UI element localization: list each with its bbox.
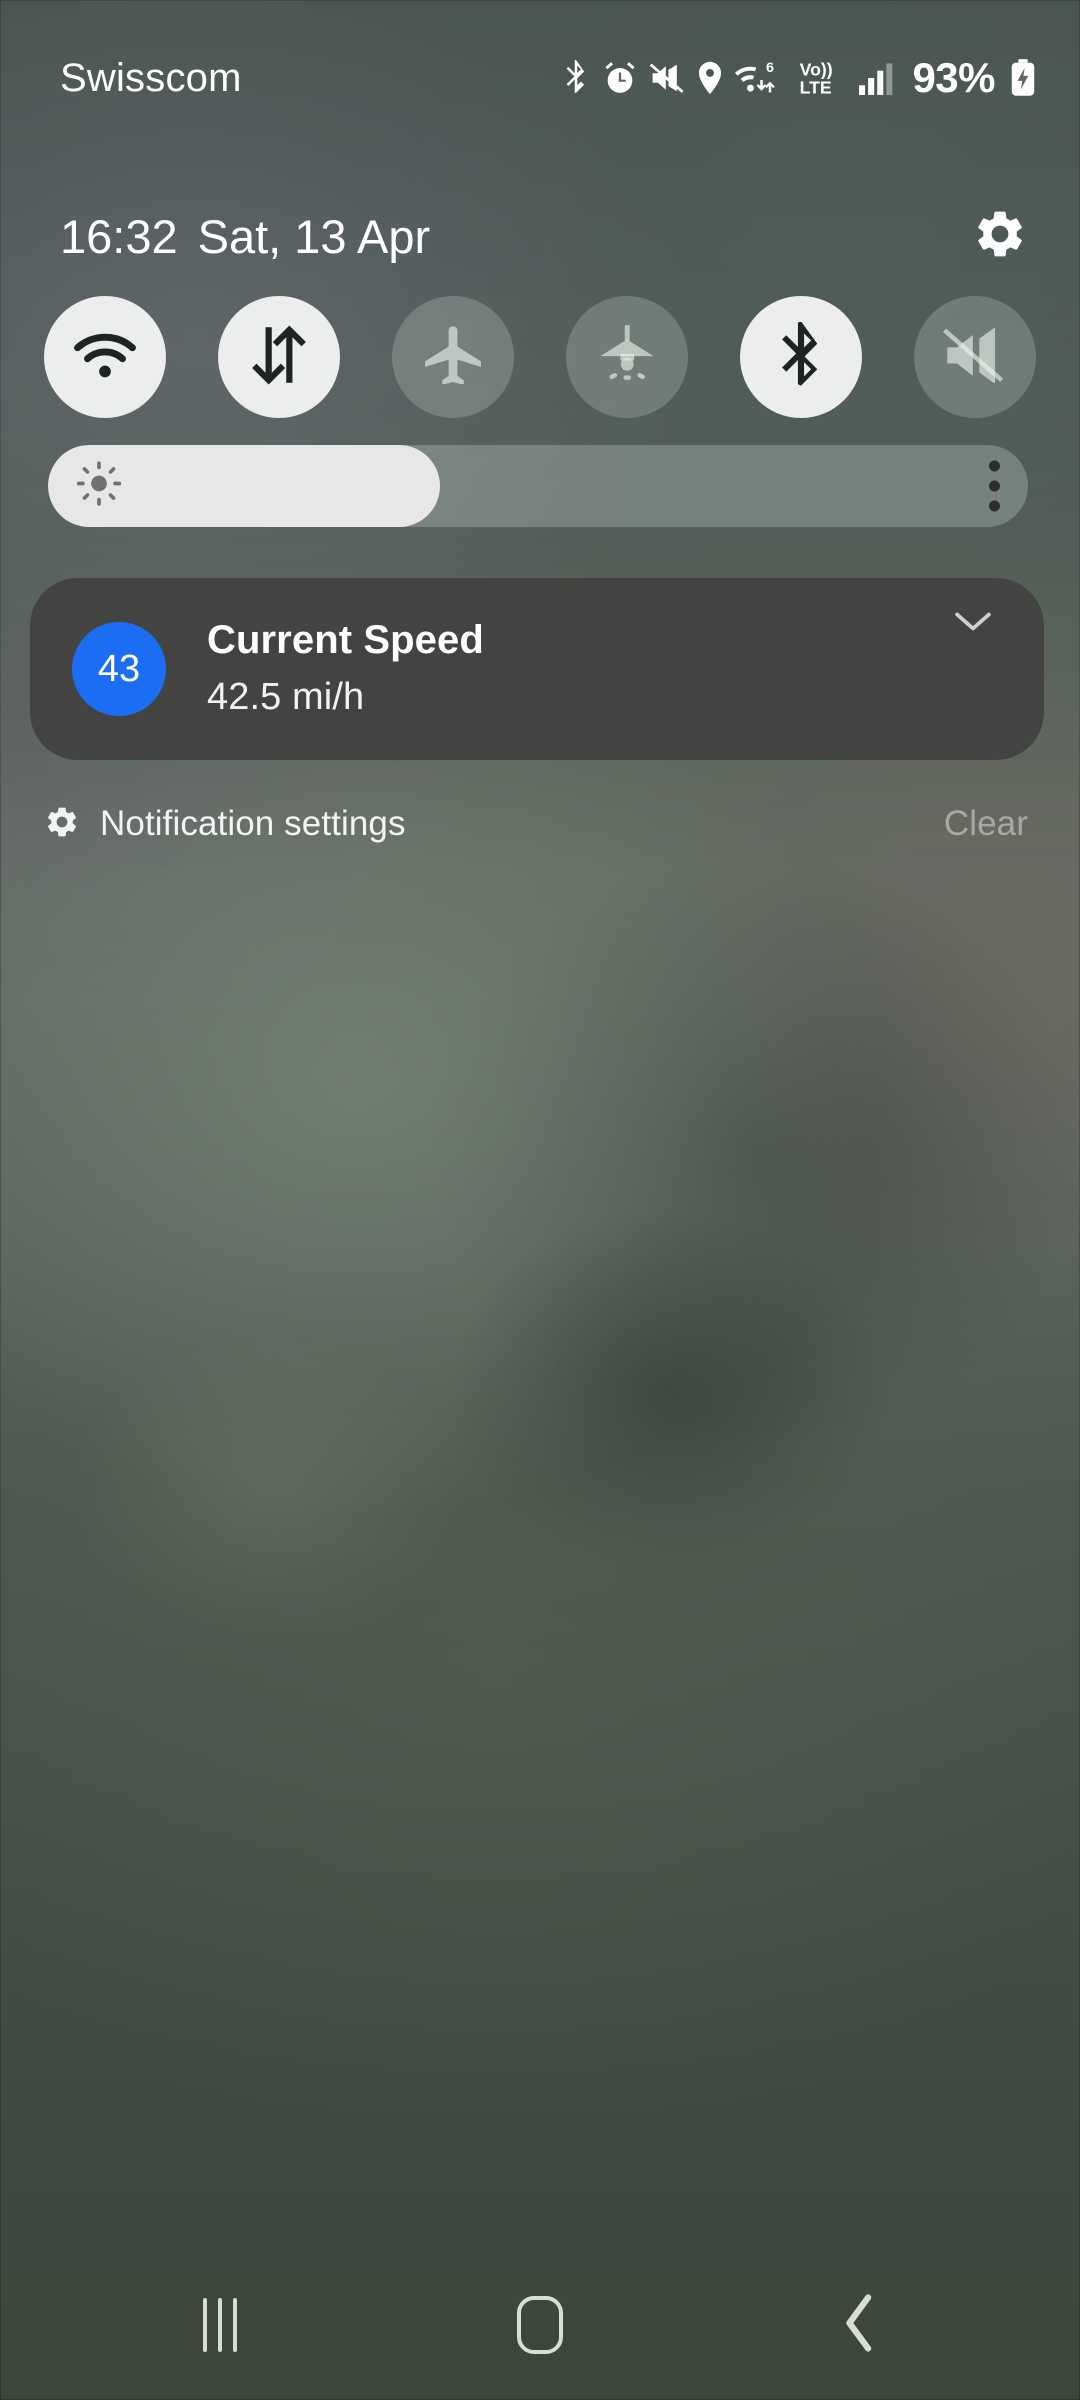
mute-icon — [649, 62, 685, 94]
notification-card[interactable]: 43 Current Speed 42.5 mi/h — [30, 578, 1044, 760]
bluetooth-icon — [776, 320, 826, 393]
quick-settings-tiles — [44, 296, 1036, 418]
qs-tile-sound-mute[interactable] — [914, 296, 1036, 418]
notification-expand-button[interactable] — [942, 606, 1004, 668]
gear-icon — [44, 804, 80, 845]
back-button[interactable] — [790, 2270, 930, 2380]
qs-tile-wifi[interactable] — [44, 296, 166, 418]
clear-all-button[interactable]: Clear — [944, 804, 1036, 844]
status-bar: Swisscom 6 Vo)) LTE 93% — [0, 0, 1080, 155]
home-button[interactable] — [470, 2270, 610, 2380]
qs-tile-airplane-mode[interactable] — [392, 296, 514, 418]
notification-badge: 43 — [72, 622, 166, 716]
battery-percent-label: 93% — [912, 53, 995, 101]
wifi-icon — [72, 329, 138, 386]
qs-tile-flashlight[interactable] — [566, 296, 688, 418]
qs-tile-mobile-data[interactable] — [218, 296, 340, 418]
airplane-icon — [422, 325, 484, 389]
notification-text: Current Speed 42.5 mi/h — [207, 617, 942, 721]
notification-body: 42.5 mi/h — [207, 676, 365, 719]
chevron-down-icon — [950, 606, 996, 641]
carrier-label: Swisscom — [60, 55, 242, 100]
more-vertical-icon[interactable] — [989, 460, 1000, 512]
brightness-row — [48, 445, 1028, 527]
mute-icon — [943, 326, 1007, 388]
gear-icon — [972, 206, 1028, 267]
brightness-slider[interactable] — [48, 445, 1028, 527]
notification-settings-label: Notification settings — [100, 804, 406, 843]
status-icon-tray: 6 Vo)) LTE 93% — [561, 54, 1036, 102]
quick-settings-header: 16:32 Sat, 13 Apr — [0, 182, 1080, 290]
notification-settings-button[interactable]: Notification settings — [44, 804, 406, 845]
brightness-sun-icon — [76, 461, 122, 512]
phone-screen: Swisscom 6 Vo)) LTE 93% 16:32 Sat, 13 Ap… — [0, 0, 1080, 2400]
volte-icon: Vo)) LTE — [798, 58, 846, 98]
qs-tile-bluetooth[interactable] — [740, 296, 862, 418]
navigation-bar — [0, 2250, 1080, 2400]
clock-time: 16:32 — [60, 209, 178, 263]
wifi-6-data-icon: 6 — [735, 58, 785, 98]
battery-charging-icon — [1010, 58, 1036, 97]
flashlight-icon — [596, 324, 658, 391]
location-icon — [698, 61, 722, 95]
svg-text:6: 6 — [766, 60, 774, 76]
signal-bars-icon — [859, 61, 893, 95]
bluetooth-icon — [561, 59, 591, 97]
data-arrows-icon — [251, 324, 307, 391]
recents-button[interactable] — [150, 2270, 290, 2380]
recents-icon — [203, 2298, 237, 2352]
home-icon — [517, 2296, 563, 2354]
clock-date: Sat, 13 Apr — [197, 209, 431, 263]
clock-date-row[interactable]: 16:32 Sat, 13 Apr — [60, 213, 430, 260]
alarm-icon — [604, 61, 636, 95]
volte-bottom-text: LTE — [800, 77, 832, 97]
back-chevron-icon — [841, 2292, 879, 2359]
settings-button[interactable] — [964, 200, 1036, 272]
notification-footer: Notification settings Clear — [44, 788, 1036, 860]
notification-title: Current Speed — [207, 618, 484, 663]
